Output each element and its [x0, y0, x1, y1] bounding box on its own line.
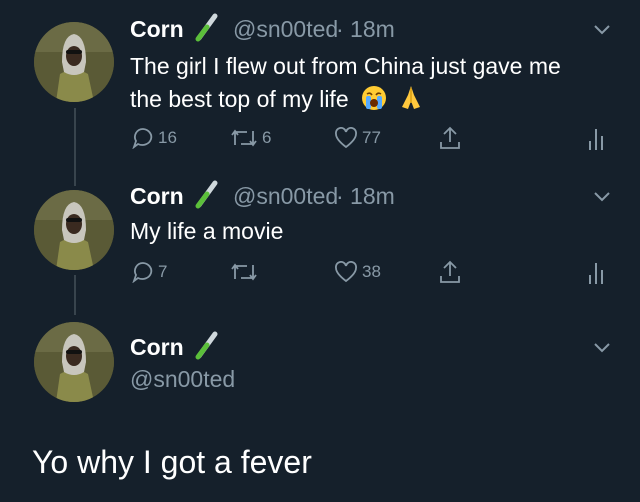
- handle[interactable]: @sn00ted: [233, 16, 338, 43]
- caption-text: Yo why I got a fever: [32, 444, 312, 480]
- loudly-crying-face-icon: [362, 86, 387, 110]
- reply-icon: [132, 262, 153, 283]
- test-tube-icon: [195, 331, 218, 360]
- analytics-icon: [589, 263, 603, 284]
- analytics-icon: [589, 129, 603, 150]
- retweet-button[interactable]: 6: [230, 128, 271, 148]
- like-count: 77: [362, 128, 381, 147]
- chevron-down-icon[interactable]: [593, 191, 611, 203]
- tweet-text-line-2: the best top of my life: [130, 86, 349, 112]
- tweet-text-line: The girl I flew out from China just gave…: [130, 53, 561, 79]
- reply-button[interactable]: 16: [132, 127, 177, 149]
- tweet-text-line: the best top of my life: [130, 83, 620, 116]
- reply-button[interactable]: 7: [132, 261, 167, 283]
- display-name[interactable]: Corn: [130, 183, 184, 210]
- handle[interactable]: @sn00ted: [233, 183, 338, 210]
- avatar[interactable]: [34, 190, 114, 270]
- display-name[interactable]: Corn: [130, 334, 184, 361]
- tweet-text: My life a movie: [130, 218, 284, 244]
- reply-count: 7: [158, 262, 168, 281]
- retweet-count: 6: [262, 128, 272, 147]
- display-name[interactable]: Corn: [130, 16, 184, 43]
- like-count: 38: [362, 262, 381, 281]
- reply-count: 16: [158, 128, 177, 147]
- share-button[interactable]: [438, 259, 462, 285]
- handle[interactable]: @sn00ted: [130, 366, 235, 393]
- like-icon: [335, 261, 357, 283]
- test-tube-icon: [195, 13, 218, 42]
- chevron-down-icon[interactable]: [593, 342, 611, 354]
- like-icon: [335, 127, 357, 149]
- timestamp[interactable]: · 18m: [336, 183, 395, 210]
- analytics-button[interactable]: [588, 261, 604, 285]
- tweet-text: The girl I flew out from China just gave…: [130, 50, 620, 116]
- analytics-button[interactable]: [588, 127, 604, 151]
- like-button[interactable]: 77: [334, 127, 381, 149]
- retweet-icon: [231, 263, 257, 281]
- avatar[interactable]: [34, 322, 114, 402]
- folded-hands-icon: [402, 86, 421, 109]
- reply-icon: [132, 128, 153, 149]
- test-tube-icon: [195, 180, 218, 209]
- avatar[interactable]: [34, 22, 114, 102]
- share-button[interactable]: [438, 125, 462, 151]
- share-icon: [440, 126, 460, 149]
- like-button[interactable]: 38: [334, 261, 381, 283]
- timestamp[interactable]: · 18m: [336, 16, 395, 43]
- thread-line: [74, 275, 76, 315]
- share-icon: [440, 260, 460, 283]
- chevron-down-icon[interactable]: [593, 24, 611, 36]
- thread-line: [74, 108, 76, 186]
- retweet-button[interactable]: [230, 262, 262, 282]
- retweet-icon: [231, 129, 257, 147]
